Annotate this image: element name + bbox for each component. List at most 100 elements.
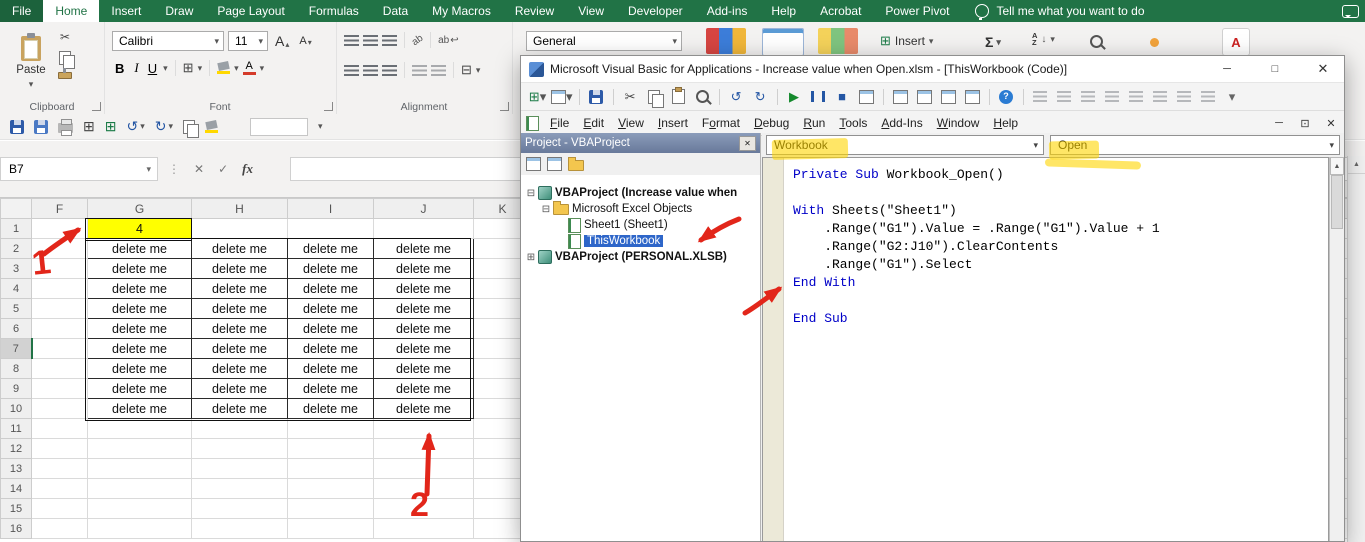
conditional-formatting-icon[interactable] (706, 28, 746, 54)
column-header-F[interactable]: F (31, 198, 88, 219)
save-button[interactable] (586, 87, 607, 107)
font-size-combo[interactable]: 11 ▾ (228, 31, 268, 51)
break-button[interactable] (808, 87, 829, 107)
code-editor[interactable]: Private Sub Workbook_Open() With Sheets(… (762, 157, 1329, 541)
row-header-1[interactable]: 1 (0, 218, 32, 239)
find-select-button[interactable] (1090, 35, 1103, 53)
table-button[interactable]: ⊞ (83, 118, 95, 135)
save-as-button[interactable] (34, 119, 48, 134)
edit-toolbar-button-5[interactable] (1126, 87, 1147, 107)
autosum-button[interactable]: Σ ▾ (985, 34, 1001, 50)
vba-menu-insert[interactable]: Insert (651, 113, 695, 133)
vba-title-bar[interactable]: Microsoft Visual Basic for Applications … (521, 56, 1344, 83)
row-header-5[interactable]: 5 (0, 298, 32, 319)
row-header-16[interactable]: 16 (0, 518, 32, 539)
cell-I6[interactable]: delete me (287, 318, 374, 339)
vba-menu-debug[interactable]: Debug (747, 113, 796, 133)
cell-I10[interactable]: delete me (287, 398, 374, 419)
tab-add-ins[interactable]: Add-ins (695, 0, 760, 22)
help-button[interactable]: ? (996, 87, 1017, 107)
vba-menu-tools[interactable]: Tools (832, 113, 874, 133)
row-header-6[interactable]: 6 (0, 318, 32, 339)
cell-G14[interactable] (87, 478, 192, 499)
cell-J15[interactable] (373, 498, 474, 519)
cell-G8[interactable]: delete me (87, 358, 192, 379)
mdi-close-button[interactable]: ✕ (1318, 112, 1344, 134)
row-header-2[interactable]: 2 (0, 238, 32, 259)
vba-menu-edit[interactable]: Edit (576, 113, 611, 133)
chevron-down-icon[interactable]: ▾ (476, 65, 481, 76)
column-header-J[interactable]: J (373, 198, 474, 219)
row-header-15[interactable]: 15 (0, 498, 32, 519)
cell-H3[interactable]: delete me (191, 258, 288, 279)
cell-I11[interactable] (287, 418, 374, 439)
tree-item-thisworkbook[interactable]: ThisWorkbook (521, 233, 760, 249)
cell-H5[interactable]: delete me (191, 298, 288, 319)
cell-H2[interactable]: delete me (191, 238, 288, 259)
toggle-folders-button[interactable] (568, 157, 584, 171)
cell-F4[interactable] (31, 278, 88, 299)
insert-function-button[interactable]: fx (242, 161, 253, 177)
toolbar-options-button[interactable]: ▾ (1222, 87, 1243, 107)
underline-button[interactable]: U (146, 61, 159, 76)
cell-J10[interactable]: delete me (373, 398, 474, 419)
cell-H8[interactable]: delete me (191, 358, 288, 379)
qat-box[interactable] (250, 117, 308, 136)
sort-filter-button[interactable]: AZ ↓ ▾ (1032, 32, 1055, 47)
cell-H7[interactable]: delete me (191, 338, 288, 359)
cell-I8[interactable]: delete me (287, 358, 374, 379)
cell-F11[interactable] (31, 418, 88, 439)
select-all-corner[interactable] (0, 198, 32, 219)
find-button[interactable] (692, 87, 713, 107)
cell-F16[interactable] (31, 518, 88, 539)
row-header-9[interactable]: 9 (0, 378, 32, 399)
copy-button[interactable] (644, 87, 665, 108)
cell-J3[interactable]: delete me (373, 258, 474, 279)
align-right-button[interactable] (382, 64, 397, 76)
cell-G12[interactable] (87, 438, 192, 459)
paste-button[interactable]: Paste ▾ (8, 28, 54, 98)
view-object-button[interactable] (547, 157, 562, 171)
fill-color-button[interactable] (217, 60, 231, 74)
cell-J8[interactable]: delete me (373, 358, 474, 379)
wrap-text-button[interactable]: ab ↩ (438, 35, 459, 46)
alignment-dialog-launcher-icon[interactable] (500, 102, 509, 111)
cell-F5[interactable] (31, 298, 88, 319)
cell-J7[interactable]: delete me (373, 338, 474, 359)
cancel-button[interactable]: ✕ (194, 162, 204, 176)
acrobat-icon[interactable]: A (1222, 28, 1250, 56)
save-button[interactable] (10, 119, 24, 134)
cell-G9[interactable]: delete me (87, 378, 192, 399)
cell-I1[interactable] (287, 218, 374, 239)
cell-G4[interactable]: delete me (87, 278, 192, 299)
tab-formulas[interactable]: Formulas (297, 0, 371, 22)
align-left-button[interactable] (344, 64, 359, 76)
cell-F8[interactable] (31, 358, 88, 379)
cell-I7[interactable]: delete me (287, 338, 374, 359)
tree-item-vbaproject-increase-value-when[interactable]: ⊟ VBAProject (Increase value when (521, 185, 760, 201)
paste-button[interactable] (668, 87, 689, 107)
format-painter-icon[interactable] (58, 68, 72, 79)
project-panel-header[interactable]: Project - VBAProject ✕ (521, 133, 760, 153)
excel-vertical-scrollbar[interactable]: ▲ (1347, 156, 1365, 542)
cell-F15[interactable] (31, 498, 88, 519)
cell-F6[interactable] (31, 318, 88, 339)
minimize-button[interactable]: ─ (1206, 56, 1248, 82)
chevron-down-icon[interactable]: ▾ (198, 63, 203, 74)
cell-F1[interactable] (31, 218, 88, 239)
object-browser-button[interactable] (938, 87, 959, 107)
row-header-14[interactable]: 14 (0, 478, 32, 499)
cell-J13[interactable] (373, 458, 474, 479)
cell-F2[interactable] (31, 238, 88, 259)
comment-icon[interactable] (1342, 4, 1359, 18)
tab-insert[interactable]: Insert (99, 0, 153, 22)
cell-F9[interactable] (31, 378, 88, 399)
column-header-G[interactable]: G (87, 198, 192, 219)
row-header-3[interactable]: 3 (0, 258, 32, 279)
align-bottom-button[interactable] (382, 34, 397, 46)
cell-H12[interactable] (191, 438, 288, 459)
cell-I13[interactable] (287, 458, 374, 479)
tab-data[interactable]: Data (371, 0, 420, 22)
tab-acrobat[interactable]: Acrobat (808, 0, 873, 22)
enter-button[interactable]: ✓ (218, 162, 228, 176)
